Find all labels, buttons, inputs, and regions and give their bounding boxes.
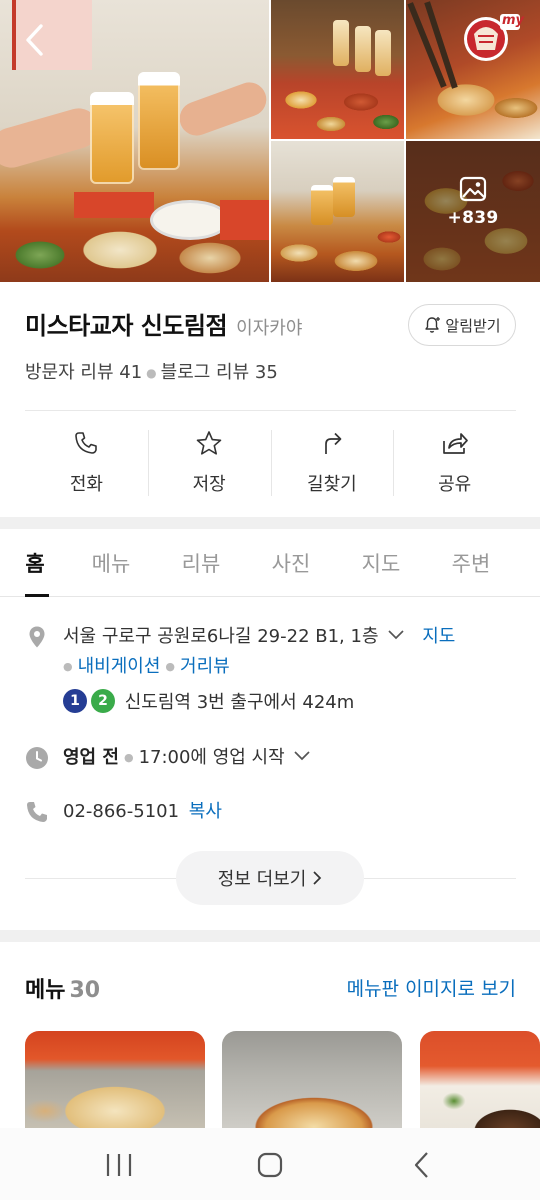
save-button[interactable]: 저장 <box>147 428 271 500</box>
menu-section-title: 메뉴 <box>25 978 66 1003</box>
alert-button[interactable]: 알림받기 <box>408 304 516 346</box>
hours-section[interactable]: 영업 전 ● 17:00에 영업 시작 <box>25 743 516 773</box>
share-button[interactable]: 공유 <box>393 428 516 500</box>
tab-reviews[interactable]: 리뷰 <box>156 529 246 596</box>
image-icon <box>459 176 487 202</box>
more-photos-count: +839 <box>447 208 499 228</box>
divider <box>25 410 516 411</box>
phone-number[interactable]: 02-866-5101 <box>63 801 179 822</box>
copy-phone-link[interactable]: 복사 <box>189 801 222 822</box>
photo-decor <box>74 192 154 218</box>
menu-item-card[interactable] <box>420 1031 540 1131</box>
photo-decor <box>311 185 333 225</box>
separator-dot: ● <box>165 660 176 673</box>
subway-line-2-badge: 2 <box>91 689 115 713</box>
photo-decor <box>174 77 269 141</box>
chevron-down-icon[interactable] <box>293 750 311 762</box>
save-label: 저장 <box>192 474 226 495</box>
more-photos[interactable]: +839 <box>406 176 540 246</box>
photo-thumb[interactable] <box>271 0 404 139</box>
tab-map[interactable]: 지도 <box>336 529 426 596</box>
photo-decor <box>90 92 134 184</box>
place-name: 미스타교자 신도림점 <box>25 312 228 340</box>
photo-decor <box>375 30 391 76</box>
share-label: 공유 <box>438 474 472 495</box>
tab-home[interactable]: 홈 <box>4 529 66 597</box>
photo-decor <box>138 72 180 170</box>
subway-line-1-badge: 1 <box>63 689 87 713</box>
bell-plus-icon <box>425 317 441 333</box>
my-badge-text: my <box>502 13 525 28</box>
review-summary: 방문자 리뷰 41 ● 블로그 리뷰 35 <box>25 358 278 384</box>
my-place-badge[interactable]: my <box>462 12 524 64</box>
chevron-down-icon[interactable] <box>387 629 405 641</box>
section-divider <box>0 930 540 942</box>
address-block: 서울 구로구 공원로6나길 29-22 B1, 1층 지도 ● 내비게이션 ● 거리뷰 <box>63 622 516 682</box>
clock-icon <box>26 747 48 769</box>
photo-decor <box>333 20 349 66</box>
hours-detail: 17:00에 영업 시작 <box>138 747 285 768</box>
more-info-label: 정보 더보기 <box>217 869 307 890</box>
action-bar: 전화 저장 길찾기 공유 <box>25 428 516 500</box>
photo-decor <box>355 26 371 72</box>
station-distance-text: 신도림역 3번 출구에서 424m <box>124 692 355 713</box>
navigation-link[interactable]: 내비게이션 <box>78 656 161 677</box>
place-category: 이자카야 <box>236 318 303 339</box>
alert-button-label: 알림받기 <box>445 316 501 335</box>
more-info-row: 정보 더보기 <box>25 851 516 905</box>
directions-icon <box>325 432 342 454</box>
separator-dot: ● <box>63 660 73 673</box>
place-title-row: 미스타교자 신도림점 이자카야 알림받기 <box>25 304 516 346</box>
phone-icon <box>27 802 47 822</box>
back-button[interactable] <box>20 20 50 60</box>
call-button[interactable]: 전화 <box>25 428 148 500</box>
tab-menu[interactable]: 메뉴 <box>66 529 156 596</box>
photo-decor <box>220 200 269 240</box>
chevron-left-icon <box>26 24 43 56</box>
home-button[interactable] <box>250 1150 290 1180</box>
chevron-right-icon <box>313 871 322 885</box>
phone-icon <box>75 432 98 454</box>
system-navigation-bar <box>0 1128 540 1200</box>
visitor-reviews-link[interactable]: 방문자 리뷰 41 <box>25 362 142 383</box>
address-section: 서울 구로구 공원로6나길 29-22 B1, 1층 지도 ● 내비게이션 ● 거리뷰… <box>25 622 516 722</box>
share-icon <box>442 433 468 454</box>
photo-gallery[interactable]: +839 my <box>0 0 540 282</box>
menu-board-link[interactable]: 메뉴판 이미지로 보기 <box>347 974 516 1001</box>
menu-item-card[interactable] <box>222 1031 402 1131</box>
recent-apps-icon <box>106 1154 132 1176</box>
photo-decor <box>333 177 355 217</box>
star-icon <box>196 431 222 455</box>
section-divider <box>0 517 540 529</box>
tab-bar: 홈 메뉴 리뷰 사진 지도 주변 <box>0 529 540 597</box>
more-info-button[interactable]: 정보 더보기 <box>176 851 364 905</box>
home-icon <box>257 1152 283 1178</box>
tab-photos[interactable]: 사진 <box>246 529 336 596</box>
phone-section: 02-866-5101 복사 <box>25 797 516 827</box>
blog-reviews-link[interactable]: 블로그 리뷰 35 <box>161 362 278 383</box>
hours-status: 영업 전 <box>63 747 119 768</box>
back-arrow-icon <box>414 1152 428 1178</box>
photo-decor <box>150 200 230 240</box>
call-label: 전화 <box>69 474 103 495</box>
map-link[interactable]: 지도 <box>422 626 455 647</box>
station-info: 12 신도림역 3번 출구에서 424m <box>63 688 516 718</box>
tab-nearby[interactable]: 주변 <box>426 529 516 596</box>
location-pin-icon <box>29 626 45 648</box>
directions-label: 길찾기 <box>307 474 357 495</box>
separator-dot: ● <box>146 366 157 380</box>
street-view-link[interactable]: 거리뷰 <box>180 656 230 677</box>
address-text[interactable]: 서울 구로구 공원로6나길 29-22 B1, 1층 <box>63 626 379 647</box>
recent-apps-button[interactable] <box>99 1150 139 1180</box>
menu-count: 30 <box>69 978 101 1003</box>
system-back-button[interactable] <box>403 1150 443 1180</box>
menu-item-card[interactable] <box>25 1031 205 1131</box>
photo-thumb[interactable] <box>271 141 404 282</box>
directions-button[interactable]: 길찾기 <box>270 428 394 500</box>
separator-dot: ● <box>123 751 134 764</box>
menu-header: 메뉴 30 메뉴판 이미지로 보기 <box>25 972 516 1004</box>
photo-decor <box>0 103 104 173</box>
